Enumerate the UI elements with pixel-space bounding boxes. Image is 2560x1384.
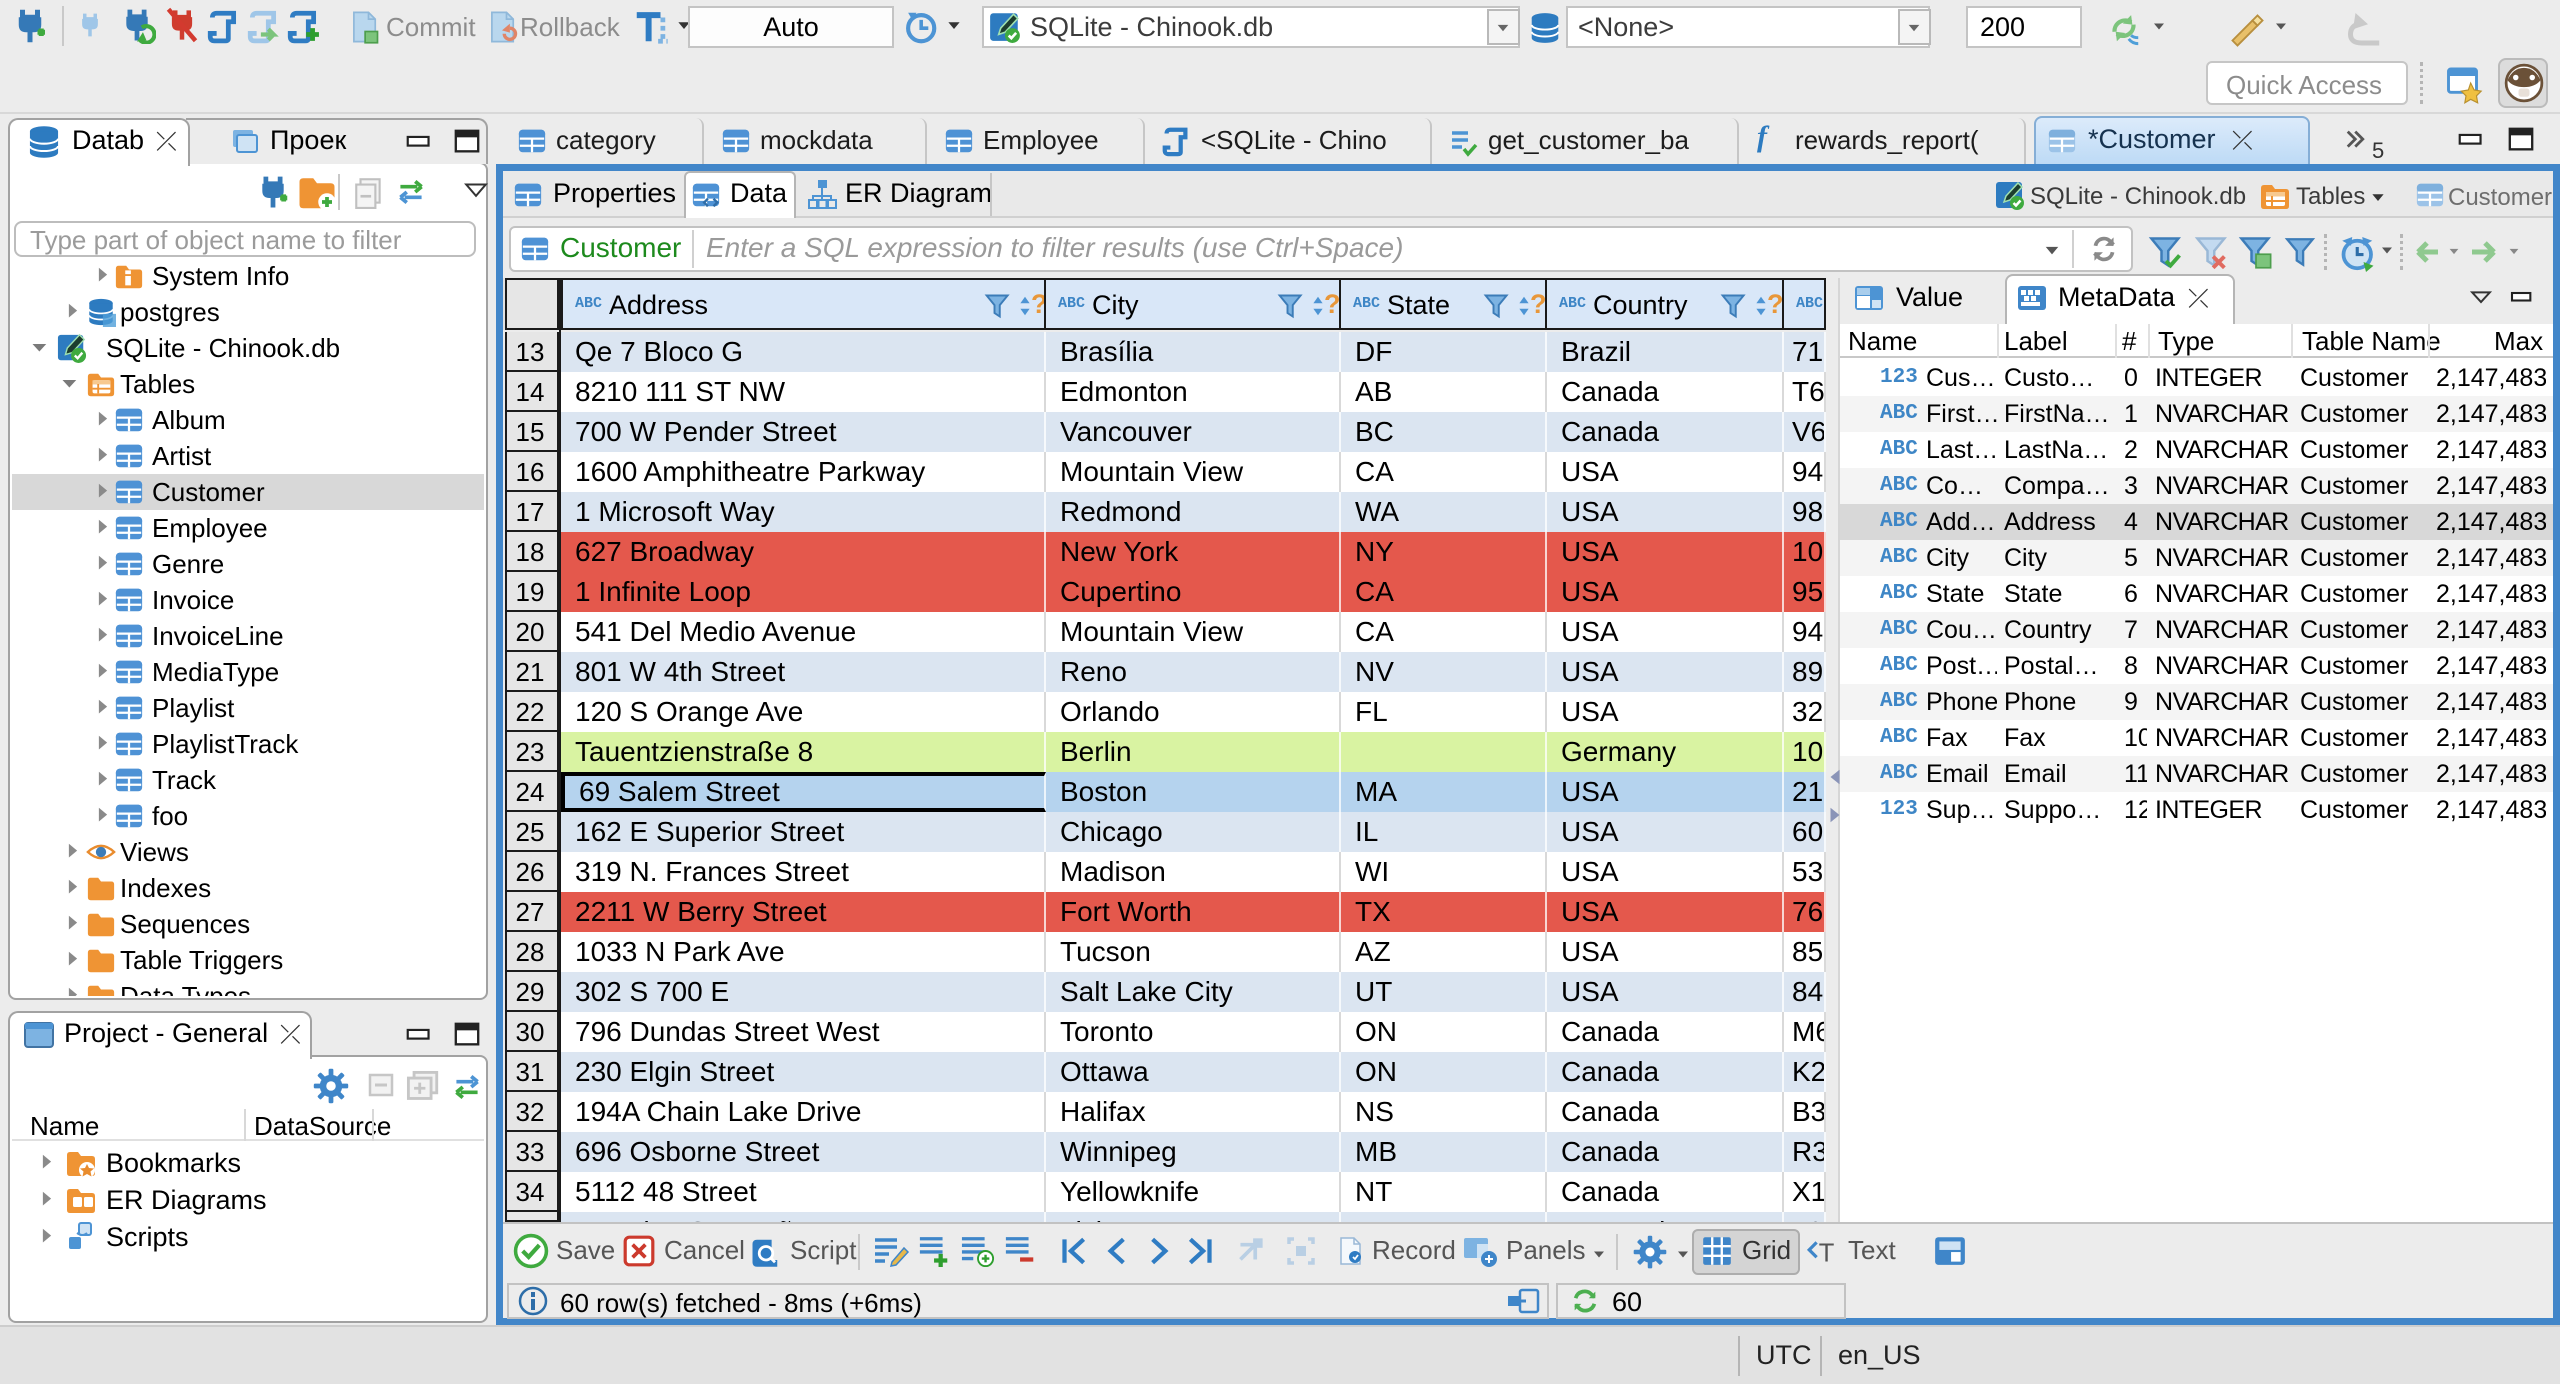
svg-text:T: T — [1819, 1240, 1835, 1268]
